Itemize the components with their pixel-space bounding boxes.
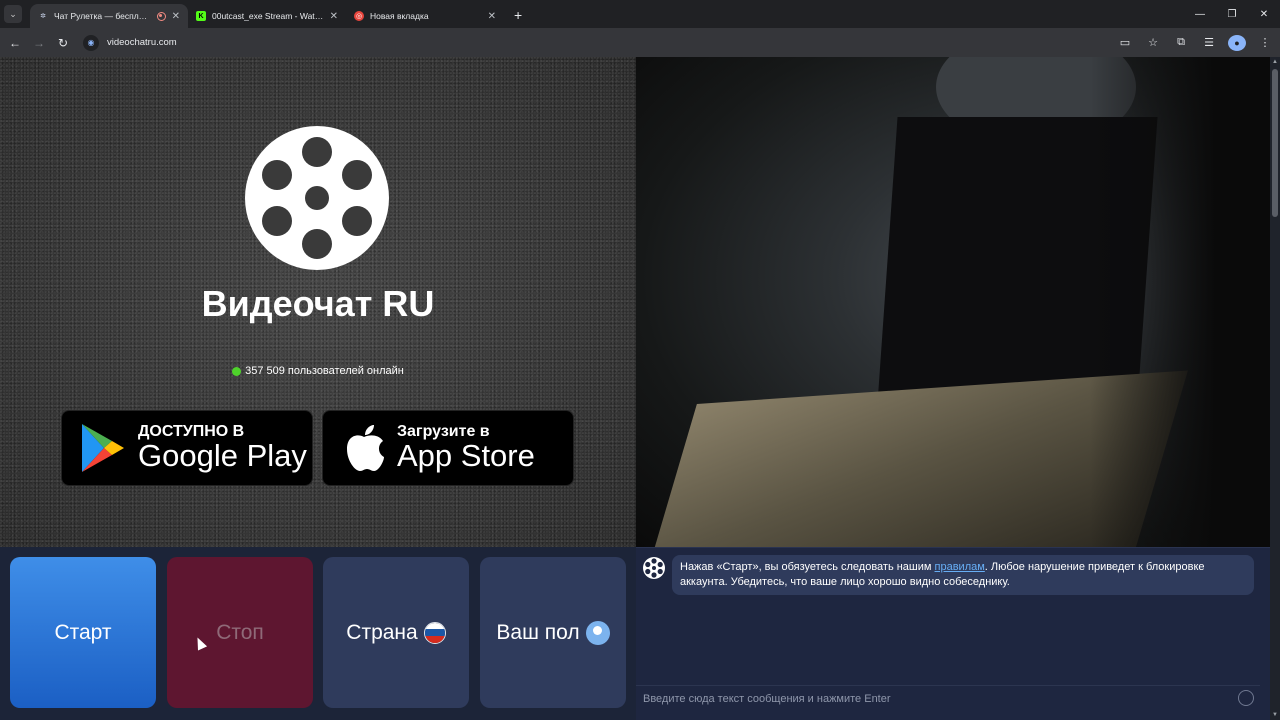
brand-title: Видеочат RU — [201, 283, 435, 324]
emoji-icon[interactable] — [1238, 690, 1254, 706]
profile-avatar-icon[interactable]: ● — [1228, 34, 1246, 51]
extensions-icon[interactable]: ⧉ — [1172, 36, 1190, 49]
tab-search-icon[interactable]: ⌄ — [4, 5, 22, 23]
back-icon[interactable]: ← — [3, 36, 27, 50]
gender-button[interactable]: Ваш пол — [480, 557, 626, 708]
tab-title: Новая вкладка — [370, 11, 429, 21]
online-counter: 357 509 пользователей онлайн — [0, 365, 636, 377]
cast-icon[interactable]: ▭ — [1116, 36, 1134, 49]
address-bar[interactable]: ◉ videochatru.com — [83, 32, 1083, 54]
own-camera-video — [636, 57, 1270, 547]
bookmark-star-icon[interactable]: ☆ — [1144, 36, 1162, 49]
browser-tab-active[interactable]: ✲ Чат Рулетка — бесплатный ✕ — [30, 4, 188, 28]
stop-label: Стоп — [216, 620, 264, 644]
notice-text-start: Нажав «Старт», вы обязуетесь следовать н… — [680, 561, 935, 573]
chat-input-placeholder: Введите сюда текст сообщения и нажмите E… — [643, 693, 891, 705]
reload-icon[interactable]: ↻ — [51, 36, 75, 50]
recording-icon — [156, 11, 166, 21]
app-store-big-text: App Store — [397, 437, 535, 473]
tab-title: 00utcast_exe Stream - Watch Li — [212, 11, 324, 21]
google-play-icon — [82, 424, 124, 472]
close-tab-icon[interactable]: ✕ — [488, 11, 496, 22]
browser-tab[interactable]: K 00utcast_exe Stream - Watch Li ✕ — [188, 4, 346, 28]
online-count-text: 357 509 пользователей онлайн — [245, 365, 404, 377]
new-tab-button[interactable]: + — [514, 7, 522, 23]
window-controls: — ❐ ✕ — [1184, 0, 1280, 28]
close-tab-icon[interactable]: ✕ — [172, 11, 180, 22]
browser-tab[interactable]: ◎ Новая вкладка ✕ — [346, 4, 504, 28]
minimize-icon[interactable]: — — [1184, 0, 1216, 28]
chat-panel: Нажав «Старт», вы обязуетесь следовать н… — [636, 547, 1270, 720]
scroll-up-icon[interactable]: ▲ — [1270, 59, 1280, 65]
gender-avatar-icon — [585, 620, 610, 645]
close-window-icon[interactable]: ✕ — [1248, 0, 1280, 28]
scroll-down-icon[interactable]: ▼ — [1270, 712, 1280, 718]
roulette-logo-icon — [643, 557, 665, 579]
country-button[interactable]: Страна — [323, 557, 469, 708]
gender-label: Ваш пол — [496, 620, 580, 644]
browser-toolbar: ← → ↻ ◉ videochatru.com ▭ ☆ ⧉ ☰ ● ⋮ — [0, 28, 1280, 57]
browser-tab-strip: ⌄ ✲ Чат Рулетка — бесплатный ✕ K 00utcas… — [0, 0, 1280, 28]
control-panel: Старт Стоп Страна Ваш пол — [0, 547, 636, 720]
rules-notice-message: Нажав «Старт», вы обязуетесь следовать н… — [672, 555, 1254, 595]
stop-button[interactable]: Стоп — [167, 557, 313, 708]
toolbar-icons: ▭ ☆ ⧉ ☰ ● ⋮ — [1116, 28, 1274, 57]
google-play-badge[interactable]: ДОСТУПНО В Google Play — [61, 410, 313, 486]
google-play-big-text: Google Play — [138, 437, 307, 473]
start-label: Старт — [54, 620, 112, 644]
gear-icon: ✲ — [40, 13, 46, 20]
rules-link[interactable]: правилам — [935, 561, 985, 573]
url-text: videochatru.com — [107, 37, 177, 48]
menu-kebab-icon[interactable]: ⋮ — [1256, 36, 1274, 49]
country-label: Страна — [346, 620, 418, 644]
app-store-badge[interactable]: Загрузите в App Store — [322, 410, 574, 486]
kick-icon: K — [196, 11, 206, 21]
new-tab-icon: ◎ — [354, 11, 364, 21]
russia-flag-icon — [423, 621, 446, 644]
start-button[interactable]: Старт — [10, 557, 156, 708]
page-scrollbar[interactable]: ▲ ▼ — [1270, 57, 1280, 720]
partner-video-placeholder: Видеочат RU 357 509 пользователей онлайн… — [0, 57, 636, 547]
tab-title: Чат Рулетка — бесплатный — [54, 11, 151, 21]
roulette-logo-icon — [245, 126, 389, 270]
close-tab-icon[interactable]: ✕ — [330, 11, 338, 22]
media-controls-icon[interactable]: ☰ — [1200, 36, 1218, 49]
restore-icon[interactable]: ❐ — [1216, 0, 1248, 28]
forward-icon[interactable]: → — [27, 36, 51, 50]
camera-shape — [1090, 57, 1270, 547]
apple-icon — [347, 425, 384, 471]
scrollbar-thumb[interactable] — [1272, 69, 1278, 217]
site-info-icon[interactable]: ◉ — [83, 34, 99, 51]
online-status-icon — [232, 366, 242, 376]
chat-message-input[interactable]: Введите сюда текст сообщения и нажмите E… — [636, 685, 1260, 712]
